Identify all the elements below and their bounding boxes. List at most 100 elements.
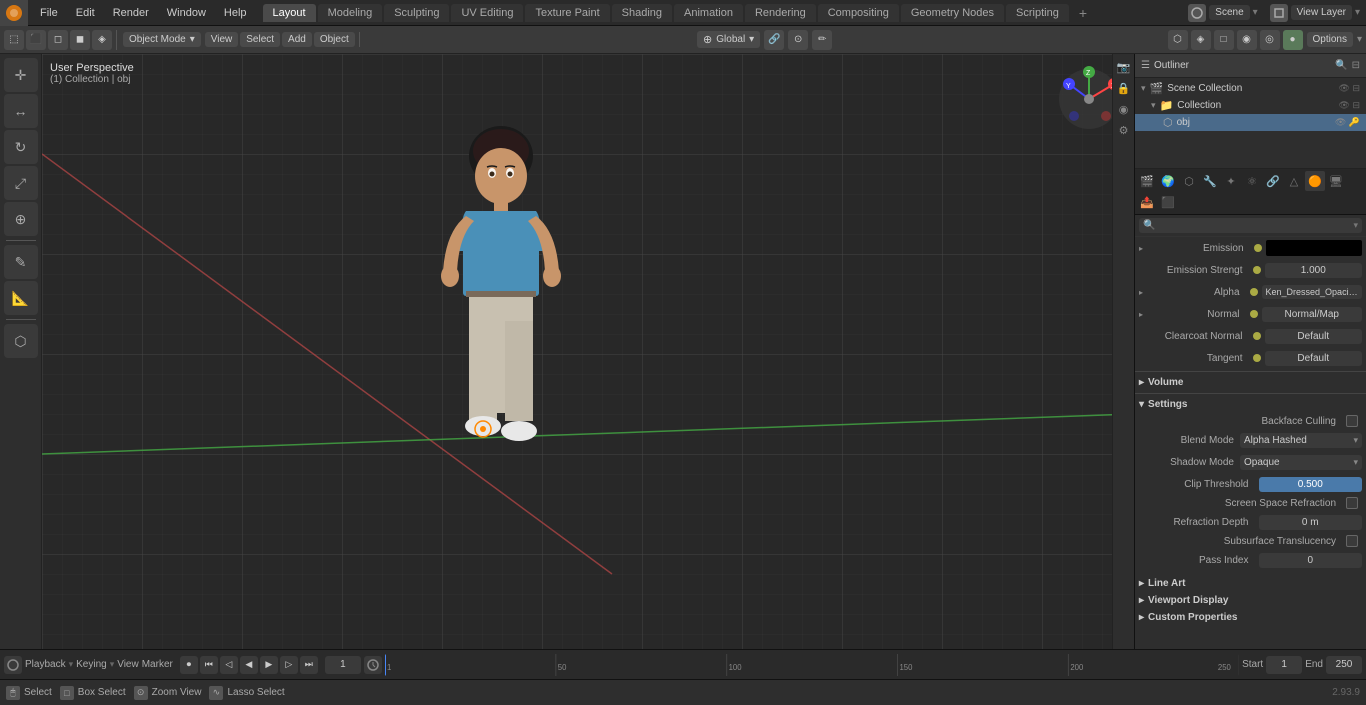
play-reverse-button[interactable]: ◀ — [240, 656, 258, 674]
outliner-obj[interactable]: ⬡ obj 👁 🔑 — [1135, 114, 1366, 131]
tab-uv-editing[interactable]: UV Editing — [451, 4, 523, 22]
playback-menu[interactable]: Playback — [25, 659, 66, 670]
shadow-mode-dropdown[interactable]: Opaque ▾ — [1240, 455, 1362, 470]
emission-strength-socket[interactable] — [1253, 266, 1261, 274]
cursor-tool[interactable]: ✛ — [4, 58, 38, 92]
blend-mode-dropdown[interactable]: Alpha Hashed ▾ — [1240, 433, 1362, 448]
custom-properties-section[interactable]: ▸ Custom Properties — [1135, 609, 1366, 626]
select-mode3-icon[interactable]: ◻ — [48, 30, 68, 50]
tab-compositing[interactable]: Compositing — [818, 4, 899, 22]
prop-tab-output[interactable]: 📤 — [1137, 192, 1157, 212]
timeline-ruler[interactable]: 1 50 100 150 200 250 — [385, 654, 1239, 676]
scene-selector[interactable]: Scene — [1209, 5, 1249, 20]
options-button[interactable]: Options — [1307, 32, 1353, 47]
prop-tab-render[interactable]: 🖥 — [1326, 171, 1346, 191]
start-frame-input[interactable]: 1 — [1266, 656, 1302, 674]
camera-view-icon[interactable]: 📷 — [1115, 58, 1133, 76]
tab-rendering[interactable]: Rendering — [745, 4, 816, 22]
line-art-section[interactable]: ▸ Line Art — [1135, 575, 1366, 592]
search-input[interactable] — [1155, 220, 1353, 231]
clip-threshold-value[interactable]: 0.500 — [1259, 477, 1363, 492]
transform-select[interactable]: ⊕ Global ▾ — [697, 31, 760, 48]
jump-end-button[interactable]: ⏭ — [300, 656, 318, 674]
object-mode-select[interactable]: Object Mode ▾ — [123, 32, 201, 47]
tab-scripting[interactable]: Scripting — [1006, 4, 1069, 22]
prop-tab-view-layer[interactable]: ⬛ — [1158, 192, 1178, 212]
prop-tab-object[interactable]: ⬡ — [1179, 171, 1199, 191]
marker-menu[interactable]: Marker — [142, 659, 173, 670]
settings-section[interactable]: ▾ Settings — [1135, 396, 1366, 413]
alpha-socket[interactable] — [1250, 288, 1258, 296]
viewport-settings-icon[interactable]: ⚙ — [1115, 121, 1133, 139]
shading-render-icon[interactable]: ● — [1283, 30, 1303, 50]
emission-expand[interactable]: ▸ — [1139, 244, 1143, 253]
backface-culling-checkbox[interactable] — [1346, 415, 1358, 427]
outliner-search-icon[interactable]: 🔍 — [1335, 60, 1347, 71]
next-frame-button[interactable]: ▷ — [280, 656, 298, 674]
shading-wire-icon[interactable]: □ — [1214, 30, 1234, 50]
outliner-collection[interactable]: ▾ 📁 Collection 👁 ⊟ — [1135, 97, 1366, 114]
jump-start-button[interactable]: ⏮ — [200, 656, 218, 674]
xray-icon[interactable]: ◈ — [1191, 30, 1211, 50]
select-mode4-icon[interactable]: ◼ — [70, 30, 90, 50]
keying-menu[interactable]: Keying — [76, 659, 107, 670]
proportional-icon[interactable]: ⊙ — [788, 30, 808, 50]
shading-solid-icon[interactable]: ◉ — [1237, 30, 1257, 50]
menu-edit[interactable]: Edit — [68, 5, 103, 21]
rotate-tool[interactable]: ↻ — [4, 130, 38, 164]
grease-pencil-icon[interactable]: ✏ — [812, 30, 832, 50]
menu-help[interactable]: Help — [216, 5, 255, 21]
normal-socket[interactable] — [1250, 310, 1258, 318]
view-menu[interactable]: View — [117, 659, 139, 670]
shading-material-icon[interactable]: ◎ — [1260, 30, 1280, 50]
tab-animation[interactable]: Animation — [674, 4, 743, 22]
viewport-display-section[interactable]: ▸ Viewport Display — [1135, 592, 1366, 609]
options-arrow[interactable]: ▾ — [1357, 34, 1362, 45]
emission-socket[interactable] — [1254, 244, 1262, 252]
prop-tab-particles[interactable]: ✦ — [1221, 171, 1241, 191]
tangent-socket[interactable] — [1253, 354, 1261, 362]
normal-value[interactable]: Normal/Map — [1262, 307, 1363, 322]
emission-color-swatch[interactable] — [1266, 240, 1363, 256]
outliner-scene-collection[interactable]: ▾ 🎬 Scene Collection 👁 ⊟ — [1135, 80, 1366, 97]
alpha-expand[interactable]: ▸ — [1139, 288, 1143, 297]
outliner-filter-icon[interactable]: ⊟ — [1352, 60, 1360, 71]
clearcoat-socket[interactable] — [1253, 332, 1261, 340]
annotate-tool[interactable]: ✎ — [4, 245, 38, 279]
viewport-overlay-icon[interactable]: ⬡ — [1168, 30, 1188, 50]
render-icon[interactable]: ◉ — [1115, 100, 1133, 118]
prop-tab-world[interactable]: 🌍 — [1158, 171, 1178, 191]
tab-modeling[interactable]: Modeling — [318, 4, 383, 22]
prop-tab-modifier[interactable]: 🔧 — [1200, 171, 1220, 191]
ssr-checkbox[interactable] — [1346, 497, 1358, 509]
volume-section[interactable]: ▸ Volume — [1135, 374, 1366, 391]
select-mode-icon[interactable]: ⬚ — [4, 30, 24, 50]
move-tool[interactable]: ↔ — [4, 94, 38, 128]
select-menu[interactable]: Select — [240, 32, 280, 47]
timeline-mode-icon[interactable] — [4, 656, 22, 674]
tab-shading[interactable]: Shading — [612, 4, 672, 22]
refraction-depth-value[interactable]: 0 m — [1259, 515, 1363, 530]
prop-tab-data[interactable]: △ — [1284, 171, 1304, 191]
prev-frame-button[interactable]: ◁ — [220, 656, 238, 674]
emission-strength-value[interactable]: 1.000 — [1265, 263, 1363, 278]
menu-file[interactable]: File — [32, 5, 66, 21]
snap-icon[interactable]: 🔗 — [764, 30, 784, 50]
object-menu[interactable]: Object — [314, 32, 355, 47]
alpha-value[interactable]: Ken_Dressed_Opacit... — [1262, 285, 1363, 299]
viewport[interactable]: User Perspective (1) Collection | obj X — [42, 54, 1134, 649]
measure-tool[interactable]: 📐 — [4, 281, 38, 315]
add-menu[interactable]: Add — [282, 32, 312, 47]
end-frame-input[interactable]: 250 — [1326, 656, 1362, 674]
tab-layout[interactable]: Layout — [263, 4, 316, 22]
play-button[interactable]: ▶ — [260, 656, 278, 674]
tab-texture-paint[interactable]: Texture Paint — [525, 4, 609, 22]
select-mode2-icon[interactable]: ⬛ — [26, 30, 46, 50]
current-frame-display[interactable]: 1 — [325, 656, 361, 674]
tab-geometry-nodes[interactable]: Geometry Nodes — [901, 4, 1004, 22]
menu-render[interactable]: Render — [105, 5, 157, 21]
view-layer-selector[interactable]: View Layer — [1291, 5, 1352, 20]
scale-tool[interactable]: ⤢ — [4, 166, 38, 200]
lock-camera-icon[interactable]: 🔒 — [1115, 79, 1133, 97]
time-code-icon[interactable] — [364, 656, 382, 674]
